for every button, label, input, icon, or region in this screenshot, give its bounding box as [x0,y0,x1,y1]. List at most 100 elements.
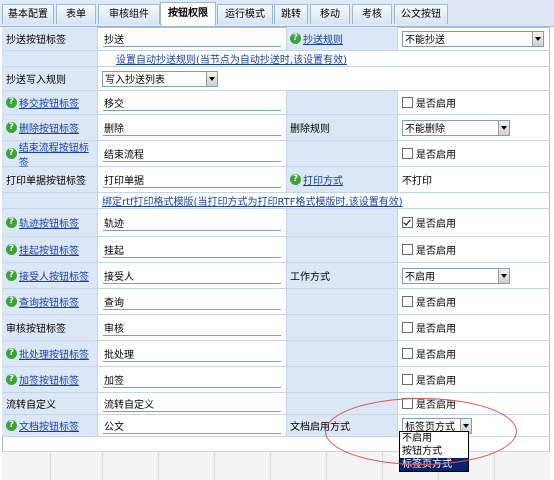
delete-input[interactable] [103,119,281,136]
print-value-cell [98,167,286,192]
rtf-template-cell: 绑定rtf打印格式模版(当打印方式为打印RTF格式模版时,该设置有效) [98,193,550,208]
work-mode-select[interactable]: 不启用 [402,267,510,284]
tab-doc-button[interactable]: 公文按钮 [394,4,448,24]
end-flow-label-cell: ? 结束流程按钮标签 [2,139,98,169]
cc-write-cell: 写入抄送列表 [98,67,550,90]
tab-bar: 基本配置 表单 审核组件 按钮权限 运行模式 跳转 移动 考核 公文按钮 [0,0,554,27]
delete-rule-select-value: 不能删除 [405,124,445,135]
divider [382,452,383,480]
transfer-label-link[interactable]: 移交按钮标签 [19,95,79,110]
end-flow-label-link[interactable]: 结束流程按钮标签 [19,139,97,169]
add-sign-input[interactable] [103,371,281,388]
document-input[interactable] [103,417,281,434]
row-delete: ?删除按钮标签 删除规则 不能删除 [2,115,550,141]
flow-custom-value-cell [98,393,286,414]
dropdown-option[interactable]: 不启用 [400,432,468,445]
transfer-enable-checkbox[interactable] [402,97,413,108]
cc-write-select-value: 写入抄送列表 [105,75,165,86]
batch-input[interactable] [103,345,281,362]
tab-button-permission[interactable]: 按钮权限 [160,2,216,26]
track-label-link[interactable]: 轨迹按钮标签 [19,215,79,230]
track-label-cell: ? 轨迹按钮标签 [2,209,98,236]
print-mode-value[interactable]: 不打印 [402,172,432,187]
delete-rule-select[interactable]: 不能删除 [402,119,510,136]
cc-write-select[interactable]: 写入抄送列表 [102,70,218,87]
end-flow-input[interactable] [103,145,281,162]
rtf-template-link[interactable]: 绑定rtf打印格式模版(当打印方式为打印RTF格式模版时,该设置有效) [102,193,403,208]
tab-form[interactable]: 表单 [56,4,96,24]
row-transfer: ?移交按钮标签 是否启用 [2,91,550,115]
suspend-value-cell [98,237,286,262]
checkbox-label: 是否启用 [416,376,456,387]
tab-run-mode[interactable]: 运行模式 [217,4,273,24]
row-cc-write: 抄送写入规则 写入抄送列表 [2,67,550,91]
delete-label-link[interactable]: 删除按钮标签 [19,120,79,135]
suspend-label-link[interactable]: 挂起按钮标签 [19,242,79,257]
transfer-input[interactable] [103,94,281,111]
flow-custom-check-cell: 是否启用 [398,393,550,414]
work-mode-select-value: 不启用 [405,272,435,283]
receiver-label-cell: ? 接受人按钮标签 [2,263,98,288]
cc-rule-select-value: 不能抄送 [405,35,445,46]
dropdown-option-selected[interactable]: 标签页方式 [400,458,468,471]
checkbox-label: 是否启用 [416,298,456,309]
cc-input[interactable] [103,30,281,47]
track-input[interactable] [103,214,281,231]
help-icon: ? [6,244,17,255]
audit-input[interactable] [103,319,281,336]
query-input[interactable] [103,293,281,310]
track-check-cell: 是否启用 [398,209,550,236]
row-suspend: ?挂起按钮标签 是否启用 [2,237,550,263]
row-receiver: ?接受人按钮标签 工作方式 不启用 [2,263,550,289]
document-label-link[interactable]: 文档按钮标签 [19,418,79,433]
help-icon: ? [290,33,301,44]
cc-rule-select[interactable]: 不能抄送 [402,30,544,47]
row-track: ?轨迹按钮标签 是否启用 [2,209,550,237]
help-icon: ? [6,97,17,108]
dropdown-option[interactable]: 按钮方式 [400,445,468,458]
print-input[interactable] [103,171,281,188]
chevron-down-icon [206,71,217,86]
track-value-cell [98,209,286,236]
transfer-value-cell [98,91,286,114]
flow-custom-input[interactable] [103,395,281,412]
transfer-label-cell: ? 移交按钮标签 [2,91,98,114]
end-flow-enable-checkbox[interactable] [402,148,413,159]
receiver-label-link[interactable]: 接受人按钮标签 [19,268,89,283]
batch-label-link[interactable]: 批处理按钮标签 [19,346,89,361]
receiver-value-cell [98,263,286,288]
row-audit: 审核按钮标签 是否启用 [2,315,550,341]
tab-move[interactable]: 移动 [310,4,350,24]
help-icon: ? [290,174,301,185]
work-mode-cell: 不启用 [398,263,550,288]
chevron-down-icon [498,120,509,135]
empty-label [286,367,398,392]
add-sign-enable-checkbox[interactable] [402,374,413,385]
batch-enable-checkbox[interactable] [402,348,413,359]
flow-custom-enable-checkbox[interactable] [402,398,413,409]
cc-rule-label-cell: ? 抄送规则 [286,27,398,50]
receiver-input[interactable] [103,267,281,284]
cc-rule-link[interactable]: 抄送规则 [303,31,343,46]
work-mode-label: 工作方式 [286,263,398,288]
suspend-enable-checkbox[interactable] [402,244,413,255]
suspend-check-cell: 是否启用 [398,237,550,262]
query-label-link[interactable]: 查询按钮标签 [19,294,79,309]
audit-enable-checkbox[interactable] [402,322,413,333]
query-enable-checkbox[interactable] [402,296,413,307]
help-icon: ? [6,122,17,133]
track-enable-checkbox[interactable] [402,217,413,228]
tab-assess[interactable]: 考核 [352,4,392,24]
auto-cc-rule-link[interactable]: 设置自动抄送规则(当节点为自动抄送时,该设置有效) [116,51,347,66]
add-sign-check-cell: 是否启用 [398,367,550,392]
divider [214,452,215,480]
end-flow-check-cell: 是否启用 [398,141,550,166]
suspend-input[interactable] [103,241,281,258]
add-sign-label-link[interactable]: 加签按钮标签 [19,372,79,387]
print-mode-link[interactable]: 打印方式 [303,172,343,187]
tab-audit-component[interactable]: 审核组件 [98,4,160,24]
tab-basic-config[interactable]: 基本配置 [2,4,54,24]
print-mode-cell: 不打印 [398,167,550,192]
doc-enable-mode-dropdown: 不启用 按钮方式 标签页方式 [399,431,469,472]
tab-jump[interactable]: 跳转 [274,4,308,24]
